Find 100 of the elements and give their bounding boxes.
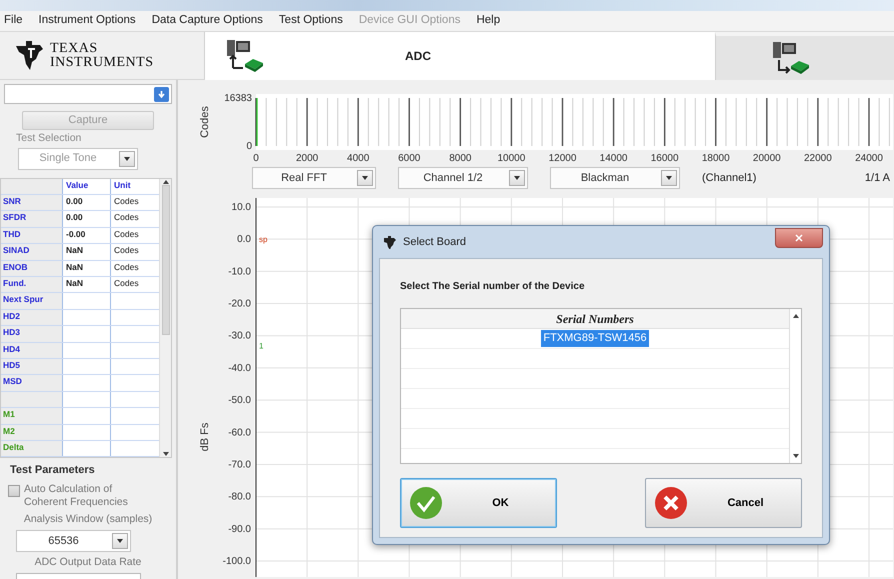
axis-tick-label: -70.0 — [228, 460, 251, 471]
checkmark-icon — [409, 486, 443, 520]
close-icon — [795, 234, 803, 242]
table-cell-text: Codes — [113, 244, 140, 258]
tab[interactable]: ADC — [205, 32, 715, 80]
axis-tick-label: -50.0 — [228, 396, 251, 406]
dialog-title: Select Board — [403, 234, 466, 250]
menu-item[interactable]: Instrument Options — [38, 12, 136, 30]
cross-icon — [654, 486, 688, 520]
row-label: HD3 — [1, 326, 63, 342]
table-cell: -0.00 — [63, 228, 111, 244]
row-label: SINAD — [1, 244, 63, 260]
table-cell: 0.00 — [63, 195, 111, 210]
table-cell: NaN — [63, 277, 111, 292]
column-header: Serial Numbers — [556, 310, 634, 328]
scrollbar[interactable] — [159, 178, 171, 458]
dropdown[interactable]: 65536 — [16, 530, 131, 552]
computer-and-board-icon — [225, 38, 265, 74]
menu-item[interactable]: Help — [476, 12, 500, 30]
axis-tick-label: 2000 — [296, 153, 318, 164]
dropdown[interactable]: Blackman — [550, 167, 680, 190]
row-label: Fund. — [1, 277, 63, 292]
column-header: Unit — [113, 178, 132, 192]
row-label: ENOB — [1, 260, 63, 276]
list-item[interactable]: FTXMG89-TSW1456 — [541, 330, 649, 347]
axis-tick-label: 14000 — [600, 153, 628, 164]
scroll-up-icon — [792, 313, 798, 319]
table-cell — [1, 392, 63, 408]
checkbox-label: Auto Calculation of Coherent Frequencies — [24, 482, 129, 509]
row-label: Delta — [1, 440, 63, 456]
table-cell-text: Codes — [113, 195, 140, 208]
device-field[interactable] — [4, 84, 172, 104]
axis-tick-label: 0 — [246, 141, 252, 152]
menu-item[interactable]: Test Options — [278, 12, 343, 30]
axis-tick-label: -80.0 — [228, 492, 251, 504]
axis-tick-label: 4000 — [347, 153, 370, 164]
ti-logo-icon — [14, 40, 44, 72]
dropdown[interactable]: Channel 1/2 — [398, 167, 528, 190]
row-label: SFDR — [1, 211, 63, 227]
axis-title: dB Fs — [199, 423, 211, 452]
axis-tick-label: 6000 — [398, 153, 420, 164]
field-label: ADC Output Data Rate — [34, 556, 142, 569]
axis-title: Codes — [199, 106, 211, 138]
axis-tick-label: -60.0 — [228, 428, 251, 439]
scroll-up-icon — [162, 178, 168, 185]
axis-tick-label: -100.0 — [222, 556, 251, 568]
dialog-button[interactable]: OK — [400, 478, 557, 528]
logo-text: INSTRUMENTS — [50, 56, 154, 70]
table-cell: NaN — [63, 260, 111, 276]
marker-label: 1 — [259, 342, 264, 351]
axis-tick-label: 0.0 — [237, 234, 251, 246]
menu-item[interactable]: Data Capture Options — [152, 12, 263, 30]
tab[interactable] — [715, 32, 894, 80]
column-header: Value — [63, 178, 111, 194]
table-cell-text: Codes — [113, 228, 140, 241]
row-label: HD5 — [1, 358, 63, 374]
row-label: MSD — [1, 375, 63, 391]
menu-item[interactable]: File — [4, 12, 23, 30]
row-label: M1 — [1, 408, 63, 424]
scroll-down-icon — [792, 453, 798, 459]
field-label: Test Selection — [16, 130, 82, 146]
channel-label: (Channel1) — [702, 171, 756, 186]
axis-tick-label: 18000 — [702, 153, 730, 164]
input-field[interactable] — [16, 572, 141, 579]
axis-tick-label: -40.0 — [228, 363, 251, 374]
axis-tick-label: 22000 — [804, 153, 832, 164]
dialog-prompt: Select The Serial number of the Device — [400, 280, 586, 294]
axis-tick-label: -10.0 — [228, 266, 251, 278]
scroll-down-icon — [162, 451, 168, 458]
axis-tick-label: 16383 — [224, 93, 252, 104]
row-label: HD4 — [1, 342, 63, 358]
dialog-button[interactable]: Cancel — [645, 478, 802, 528]
down-arrow-icon — [157, 90, 166, 100]
checkbox[interactable] — [8, 484, 20, 497]
row-label: SNR — [1, 195, 63, 210]
marker-label: sp — [259, 236, 268, 245]
scrollbar[interactable] — [789, 309, 801, 463]
axis-tick-label: -90.0 — [228, 524, 251, 536]
axis-tick-label: 24000 — [855, 153, 883, 164]
dropdown[interactable]: Real FFT — [252, 167, 376, 190]
computer-and-board-icon — [771, 40, 811, 76]
axis-tick-label: 20000 — [752, 153, 781, 164]
table-cell-text: Codes — [113, 211, 140, 224]
row-label: M2 — [1, 424, 63, 440]
axis-tick-label: 10000 — [498, 153, 526, 164]
axis-tick-label: 12000 — [548, 153, 576, 164]
row-label: THD — [1, 228, 63, 244]
ti-logo-icon — [383, 235, 397, 249]
axis-tick-label: -20.0 — [228, 298, 251, 310]
axis-tick-label: -30.0 — [228, 331, 251, 342]
axis-tick-label: 16000 — [650, 153, 679, 164]
axis-tick-label: 0 — [253, 153, 259, 164]
table-cell: NaN — [63, 244, 111, 260]
close-button[interactable] — [775, 228, 823, 248]
dropdown-button[interactable] — [154, 87, 169, 102]
page-label: 1/1 A — [864, 171, 890, 186]
table-cell-text: Codes — [113, 260, 140, 274]
section-title: Test Parameters — [9, 463, 96, 478]
table-cell — [1, 178, 63, 194]
axis-tick-label: 10.0 — [232, 202, 251, 214]
